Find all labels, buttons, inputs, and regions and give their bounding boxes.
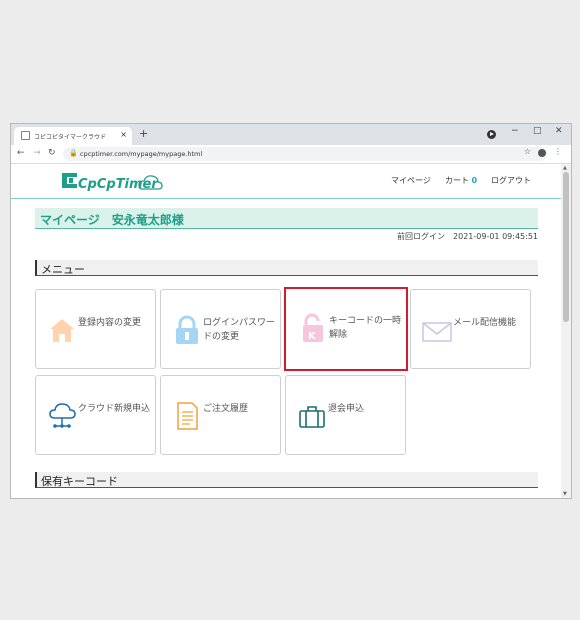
site-favicon-icon [21, 131, 30, 140]
bookmark-star-icon[interactable]: ☆ [524, 147, 531, 156]
cpcptimer-logo[interactable]: CpCpTimer [59, 169, 164, 193]
minimize-button[interactable]: − [511, 126, 519, 136]
nav-cart-link[interactable]: カート 0 [445, 175, 477, 186]
document-icon [177, 402, 198, 430]
back-arrow-icon[interactable]: ← [17, 148, 25, 158]
menu-heading-text: メニュー [41, 263, 85, 276]
home-icon [50, 319, 74, 342]
logo-text: CpCpTimer [78, 177, 159, 192]
reload-icon[interactable]: ↻ [48, 148, 56, 158]
menu-card-profile-edit[interactable]: 登録内容の変更 [35, 289, 156, 369]
menu-label: 退会申込 [328, 404, 365, 414]
menu-label: クラウド新規申込 [78, 404, 151, 414]
menu-card-password-change[interactable]: ログインパスワードの変更 [160, 289, 281, 369]
address-bar: ← → ↻ 🔒 cpcptimer.com/mypage/mypage.html… [11, 145, 571, 164]
menu-label: ログインパスワードの変更 [203, 318, 276, 342]
maximize-button[interactable]: □ [533, 126, 542, 136]
new-tab-button[interactable]: + [139, 127, 148, 140]
page-title: マイページ 安永竜太郎様 [40, 213, 184, 227]
site-header: CpCpTimer マイページ カート 0 ログアウト [11, 164, 561, 199]
menu-card-key-unlock[interactable]: K キーコードの一時解除 [284, 287, 408, 371]
cart-count-badge: 0 [471, 176, 478, 185]
nav-cart-label: カート [445, 176, 469, 185]
nav-mypage-link[interactable]: マイページ [391, 175, 431, 186]
close-window-button[interactable]: ✕ [555, 126, 563, 136]
keys-heading-text: 保有キーコード [41, 475, 118, 488]
scroll-thumb[interactable] [563, 172, 569, 322]
lock-icon [176, 315, 198, 344]
padlock-icon: 🔒 [69, 149, 78, 157]
menu-card-cloud-signup[interactable]: クラウド新規申込 [35, 375, 156, 455]
scroll-down-icon[interactable]: ▼ [563, 491, 567, 497]
keys-section-heading: 保有キーコード [35, 472, 538, 488]
tab-strip: コピコピタイマークラウド × + − □ ✕ [11, 124, 571, 145]
scroll-up-icon[interactable]: ▲ [563, 165, 567, 171]
browser-menu-icon[interactable]: ⋮ [554, 147, 562, 156]
nav-logout-link[interactable]: ログアウト [491, 175, 531, 186]
profile-icon[interactable] [538, 149, 546, 157]
menu-label: 登録内容の変更 [78, 318, 142, 328]
forward-arrow-icon[interactable]: → [33, 148, 41, 158]
tab-close-icon[interactable]: × [120, 130, 127, 139]
browser-window: コピコピタイマークラウド × + − □ ✕ ← → ↻ 🔒 cpcptimer… [10, 123, 572, 499]
last-login-text: 前回ログイン 2021-09-01 09:45:51 [397, 232, 538, 241]
url-text: cpcptimer.com/mypage/mypage.html [80, 150, 203, 158]
browser-tab[interactable]: コピコピタイマークラウド × [14, 127, 132, 145]
menu-card-mail-settings[interactable]: メール配信機能 [410, 289, 531, 369]
mail-icon [422, 322, 452, 342]
url-field[interactable]: 🔒 cpcptimer.com/mypage/mypage.html [63, 147, 547, 161]
suitcase-icon [299, 406, 325, 428]
vertical-scrollbar[interactable]: ▲ ▼ [561, 164, 571, 498]
menu-label: ご注文履歴 [203, 404, 249, 414]
page-title-bar: マイページ 安永竜太郎様 [35, 208, 538, 229]
menu-label: キーコードの一時解除 [329, 316, 402, 340]
tab-title: コピコピタイマークラウド [34, 134, 107, 141]
key-unlock-icon: K [303, 313, 323, 342]
svg-text:K: K [308, 331, 317, 342]
menu-label: メール配信機能 [453, 318, 517, 328]
media-control-icon[interactable] [487, 130, 496, 139]
menu-card-withdraw[interactable]: 退会申込 [285, 375, 406, 455]
page-viewport: CpCpTimer マイページ カート 0 ログアウト マイページ 安永竜太郎様… [11, 164, 561, 498]
menu-section-heading: メニュー [35, 260, 538, 276]
cloud-icon [49, 403, 76, 428]
menu-card-order-history[interactable]: ご注文履歴 [160, 375, 281, 455]
